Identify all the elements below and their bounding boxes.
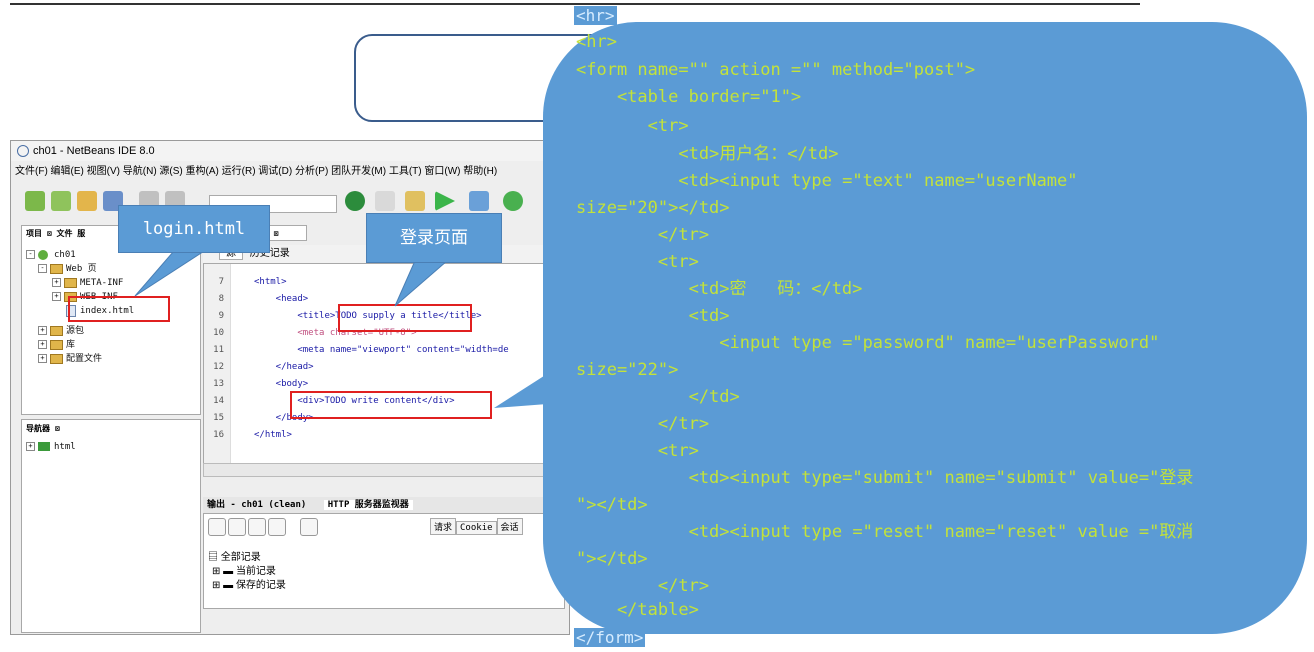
bubble-code-line: <form name="" action ="" method="post"> xyxy=(576,60,976,80)
bubble-code-line: <td><input type="submit" name="submit" v… xyxy=(576,468,1194,488)
bubble-code-line: "></td> xyxy=(576,549,648,569)
bubble-code-line: </table> xyxy=(576,600,699,620)
bubble-code-line: </td> xyxy=(576,387,740,407)
code-bubble xyxy=(543,22,1307,634)
hr-tag-top: <hr> xyxy=(574,6,617,25)
bubble-code-line: </tr> xyxy=(576,414,710,434)
bubble-code-line: <td>用户名：</td> xyxy=(576,144,839,164)
bubble-code-line: <input type ="password" name="userPasswo… xyxy=(576,333,1160,353)
bubble-code-line: "></td> xyxy=(576,495,648,515)
bubble-code-line: <td> xyxy=(576,306,730,326)
bubble-code-line: <tr> xyxy=(576,441,699,461)
bubble-code-line: <td>密 码：</td> xyxy=(576,279,863,299)
bubble-code-line: </tr> xyxy=(576,225,710,245)
bubble-code-line: <td><input type ="text" name="userName" xyxy=(576,171,1078,191)
bubble-code-line: <td><input type ="reset" name="reset" va… xyxy=(576,522,1194,542)
bubble-code-line: <tr> xyxy=(576,116,689,136)
bubble-code-line: <hr> xyxy=(576,32,617,52)
callout-login-page: 登录页面 xyxy=(366,213,502,263)
bubble-code-line: </tr> xyxy=(576,576,710,596)
callout-login-html: login.html xyxy=(118,205,270,253)
bubble-code-line: size="20"></td> xyxy=(576,198,730,218)
form-close-tag: </form> xyxy=(574,628,646,647)
bubble-code-line: <table border="1"> xyxy=(576,87,802,107)
bubble-code-line: <tr> xyxy=(576,252,699,272)
bubble-code-line: size="22"> xyxy=(576,360,679,380)
